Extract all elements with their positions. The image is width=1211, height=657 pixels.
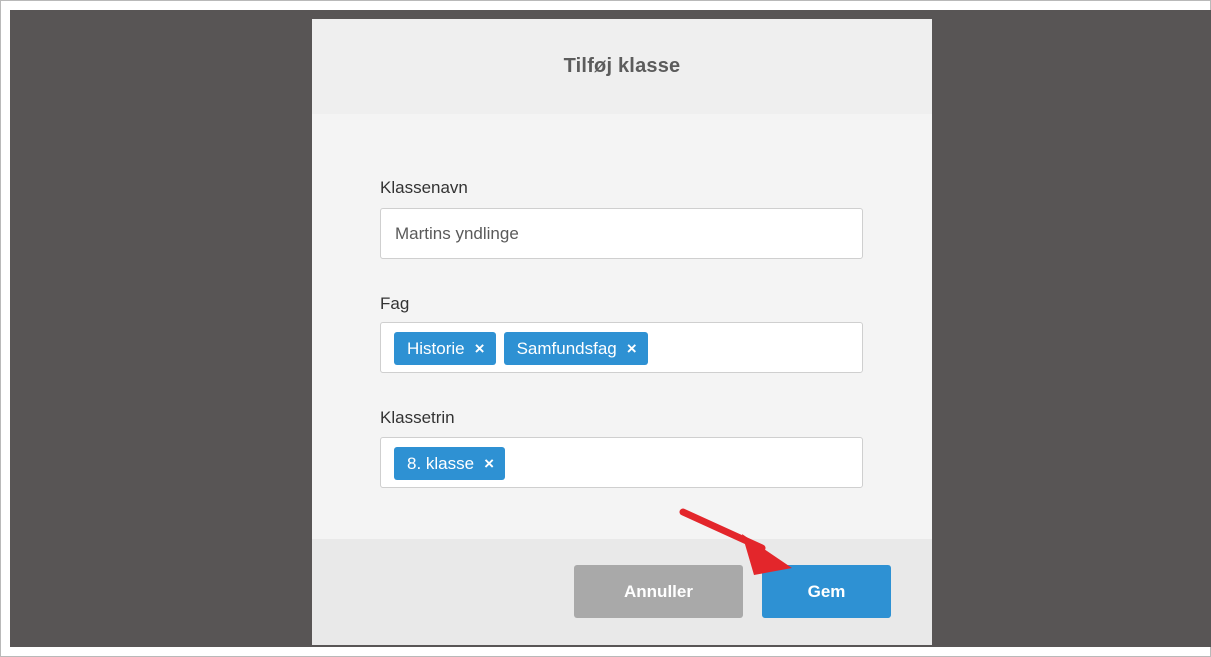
subjects-tag-list: Historie × Samfundsfag × [394, 332, 648, 365]
class-name-label: Klassenavn [380, 178, 468, 197]
subjects-label: Fag [380, 294, 410, 313]
subjects-field[interactable]: Historie × Samfundsfag × [380, 322, 863, 373]
tag-label: 8. klasse [407, 453, 475, 473]
class-name-input[interactable] [381, 209, 862, 258]
grade-label: Klassetrin [380, 408, 455, 427]
tag-label: Historie [407, 338, 465, 358]
dialog-body: Klassenavn Fag Historie × Samfundsfag × … [312, 114, 932, 539]
dialog-header: Tilføj klasse [312, 19, 932, 114]
subject-tag-historie: Historie × [394, 332, 496, 365]
dialog-footer: Annuller Gem [312, 539, 932, 645]
grade-tag-8-klasse: 8. klasse × [394, 447, 506, 480]
cancel-button[interactable]: Annuller [574, 565, 743, 618]
tag-label: Samfundsfag [516, 338, 617, 358]
subject-tag-samfundsfag: Samfundsfag × [503, 332, 648, 365]
close-icon[interactable]: × [627, 339, 637, 359]
add-class-dialog: Tilføj klasse Klassenavn Fag Historie × … [312, 19, 932, 645]
class-name-field[interactable] [380, 208, 863, 259]
dialog-title: Tilføj klasse [563, 55, 681, 77]
grade-field[interactable]: 8. klasse × [380, 437, 863, 488]
grade-tag-list: 8. klasse × [394, 447, 506, 480]
close-icon[interactable]: × [475, 339, 485, 359]
close-icon[interactable]: × [484, 454, 494, 474]
save-button[interactable]: Gem [762, 565, 891, 618]
